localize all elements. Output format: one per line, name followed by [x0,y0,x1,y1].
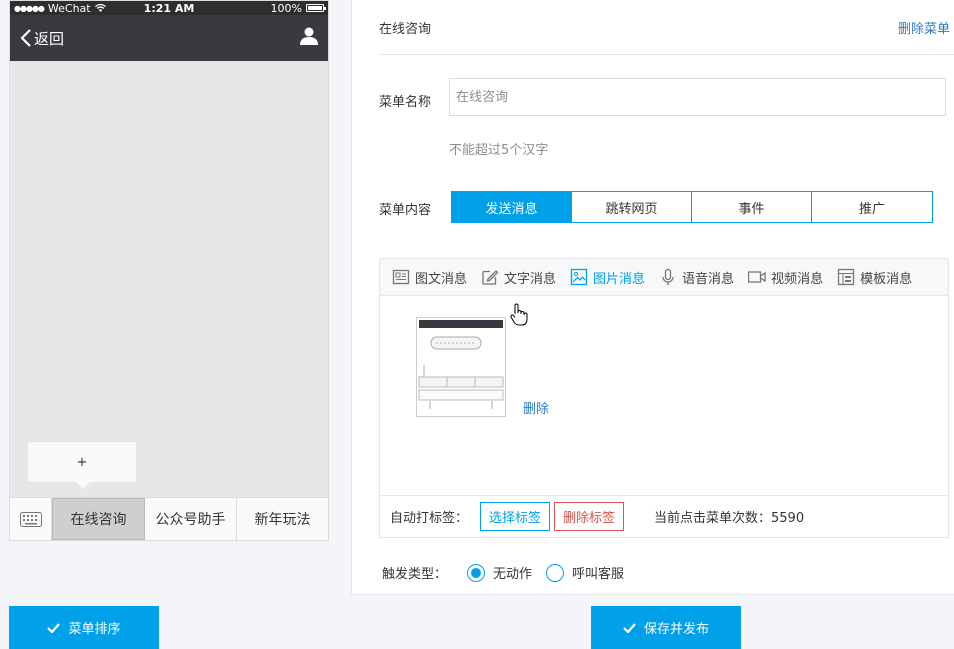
carrier-name: WeChat [47,1,91,15]
menu-item-assistant[interactable]: 公众号助手 [145,498,237,540]
check-icon [47,622,61,633]
menu-name-hint: 不能超过5个汉字 [449,143,549,158]
tab-video-message[interactable]: 视频消息 [748,268,823,287]
option-send-message[interactable]: 发送消息 [452,192,572,222]
radio-no-action[interactable] [467,563,486,582]
signal-icon: ●●●●● [14,3,45,13]
video-icon [748,271,766,283]
uploaded-image-thumbnail [416,317,506,417]
tab-news-message[interactable]: 图文消息 [392,268,467,287]
save-publish-label: 保存并发布 [643,622,709,637]
menu-item-label: 公众号助手 [155,512,226,528]
battery-icon [306,4,326,12]
radio-call-service-label: 呼叫客服 [572,567,625,582]
hand-cursor-icon [510,303,528,326]
tab-label: 语音消息 [682,271,735,287]
delete-menu-link[interactable]: 删除菜单 [898,18,954,37]
trigger-type-row: 触发类型： 无动作 呼叫客服 [382,563,624,582]
menu-name-input[interactable] [449,78,946,116]
phone-nav-bar: 返回 [10,15,328,61]
phone-menu-bar: 在线咨询 公众号助手 新年玩法 [10,497,328,540]
news-icon [392,269,410,285]
menu-click-count: 当前点击菜单次数：5590 [654,511,805,526]
status-time: 1:21 AM [143,1,195,15]
menu-content-selector: 发送消息 跳转网页 事件 推广 [451,191,933,223]
option-jump-webpage[interactable]: 跳转网页 [572,192,692,222]
phone-chat-area: + [10,61,328,497]
battery-percent: 100% [270,1,302,15]
tab-label: 模板消息 [860,271,913,287]
back-button[interactable]: 返回 [20,28,64,49]
user-profile-button[interactable] [300,27,318,49]
menu-item-label: 新年玩法 [254,512,311,528]
battery-group: 100% [270,1,326,15]
menu-editor-panel: 在线咨询 删除菜单 菜单名称 不能超过5个汉字 菜单内容 发送消息 跳转网页 事… [351,0,954,595]
chevron-left-icon [20,29,31,47]
template-icon [837,268,855,286]
menu-sort-label: 菜单排序 [68,622,121,637]
radio-no-action-label: 无动作 [493,567,533,582]
menu-name-label: 菜单名称 [379,95,432,110]
tab-label: 视频消息 [771,271,824,287]
menu-item-new-year[interactable]: 新年玩法 [237,498,328,540]
tab-voice-message[interactable]: 语音消息 [659,268,734,287]
tab-image-message[interactable]: 图片消息 [570,268,645,287]
pencil-icon [482,270,499,285]
message-panel: 图文消息 文字消息 图片消息 语音消息 视频消息 模板消息 删除 自动打标签： … [379,258,949,538]
back-label: 返回 [34,29,65,48]
message-type-tabs: 图文消息 文字消息 图片消息 语音消息 视频消息 模板消息 [380,259,948,296]
user-icon [300,27,318,45]
menu-item-label: 在线咨询 [70,512,127,528]
tab-label: 文字消息 [504,271,557,287]
tab-label: 图文消息 [415,271,468,287]
tab-label: 图片消息 [593,271,646,287]
microphone-icon [662,268,674,285]
keyboard-toggle[interactable] [10,498,52,540]
radio-call-service[interactable] [546,563,565,582]
delete-tag-button[interactable]: 删除标签 [554,502,625,531]
auto-tag-label: 自动打标签： [390,511,469,526]
auto-tag-bar: 自动打标签： 选择标签 删除标签 当前点击菜单次数：5590 [380,495,948,537]
menu-sort-button[interactable]: 菜单排序 [9,606,159,649]
tab-text-message[interactable]: 文字消息 [481,268,556,287]
save-publish-button[interactable]: 保存并发布 [591,606,741,649]
add-submenu-label: + [76,454,88,470]
trigger-type-label: 触发类型： [382,567,448,582]
carrier-group: ●●●●● WeChat [14,2,106,15]
menu-item-online-consult[interactable]: 在线咨询 [52,498,145,540]
phone-status-bar: ●●●●● WeChat 1:21 AM 100% [10,1,328,15]
option-event[interactable]: 事件 [692,192,812,222]
tab-template-message[interactable]: 模板消息 [837,268,912,287]
add-submenu-button[interactable]: + [27,441,137,489]
wifi-icon [94,3,106,12]
phone-preview: ●●●●● WeChat 1:21 AM 100% 返回 + 在线咨询 公众号助… [9,0,329,541]
editor-header: 在线咨询 删除菜单 [379,0,954,55]
option-promotion[interactable]: 推广 [812,192,932,222]
select-tag-button[interactable]: 选择标签 [480,502,551,531]
check-icon [623,622,636,633]
image-icon [570,268,588,286]
delete-image-link[interactable]: 删除 [523,398,549,417]
keyboard-icon [19,511,42,527]
editor-title: 在线咨询 [379,21,432,37]
menu-content-label: 菜单内容 [379,203,432,218]
